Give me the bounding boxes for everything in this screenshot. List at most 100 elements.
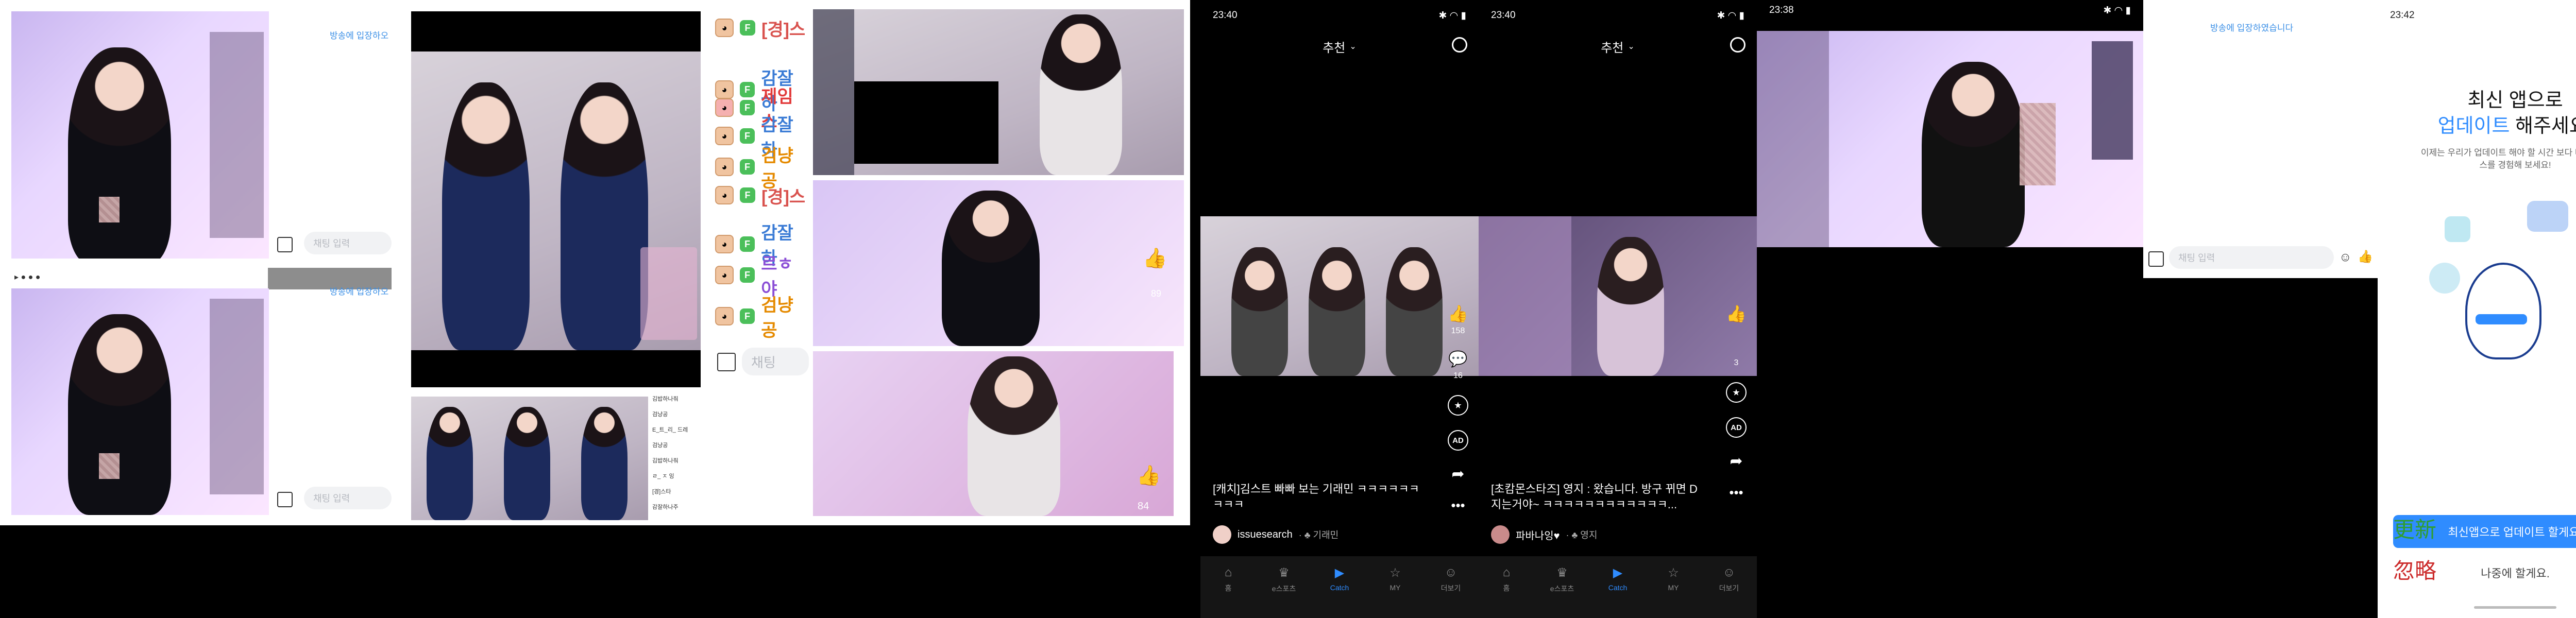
title-rest: 해주세요. [2515, 115, 2576, 137]
list-item: 감잘하나주 [652, 504, 679, 510]
streamer-figure [1922, 62, 2025, 247]
avatar[interactable] [1213, 525, 1231, 544]
avatar: ◕ [715, 19, 734, 37]
mascot-figure [2465, 263, 2541, 359]
comment-icon[interactable]: 💬 [1448, 350, 1467, 368]
search-icon[interactable] [1452, 37, 1467, 53]
more-icon[interactable]: ••• [1451, 497, 1465, 513]
dance-thumb-strip[interactable] [411, 397, 648, 520]
dance-video[interactable] [411, 52, 701, 350]
avatar[interactable] [1491, 525, 1510, 544]
fan-badge: F [739, 100, 755, 115]
feed-video[interactable] [1200, 216, 1479, 376]
letterbox-top [411, 11, 701, 53]
chat-row[interactable]: ◕ F 르ㅎ야 [715, 254, 809, 299]
chat-input[interactable]: 채팅 [742, 348, 809, 375]
star-icon[interactable]: ★ [1726, 382, 1747, 403]
update-title-line1: 최신 앱으로 [2467, 90, 2563, 111]
share-icon[interactable]: ➦ [1451, 465, 1464, 483]
tab-home[interactable]: ⌂ 홈 [1486, 565, 1527, 618]
tab-esports[interactable]: ♛ e스포츠 [1263, 565, 1304, 618]
author-name[interactable]: 파바나잉♥ [1516, 527, 1560, 542]
bottom-tab-bar: ⌂ 홈 ♛ e스포츠 ▶ Catch ☆ MY ☺ 더보기 [1479, 556, 1757, 618]
dancer-left [442, 82, 530, 350]
status-time: 23:38 [1769, 5, 1794, 15]
chat-overlay [210, 32, 264, 238]
fan-badge: F [739, 128, 755, 144]
emoji-icon[interactable]: ☺ [2339, 250, 2352, 265]
side-panel: 방송에 입장하였습니다 [2143, 0, 2378, 278]
chevron-down-icon[interactable]: ⌄ [1628, 41, 1634, 52]
ad-badge[interactable]: AD [1448, 430, 1468, 451]
tab-catch[interactable]: ▶ Catch [1319, 565, 1360, 618]
gift-icon[interactable] [277, 492, 293, 507]
gift-icon[interactable] [717, 353, 736, 371]
live-video[interactable] [1757, 31, 2143, 247]
fan-badge: F [739, 267, 755, 283]
status-time: 23:40 [1491, 10, 1516, 21]
thumbnail-card[interactable]: 👍 89 [813, 180, 1184, 346]
chat-row[interactable]: ◕ F 검냥공 [715, 296, 809, 340]
tab-catch[interactable]: ▶ Catch [1597, 565, 1638, 618]
share-icon[interactable]: ➦ [1730, 452, 1742, 470]
feed-selector[interactable]: 추천 [1601, 38, 1623, 56]
streamer-figure [942, 191, 1040, 346]
gift-icon[interactable] [277, 237, 293, 252]
tab-my[interactable]: ☆ MY [1653, 565, 1694, 618]
live-video-top[interactable] [11, 11, 269, 259]
status-bar: 23:38 ✱ ◠ ▮ [1757, 0, 2143, 21]
chat-row[interactable]: ◕ F [경]스 [715, 15, 805, 40]
star-icon[interactable]: ★ [1448, 395, 1468, 416]
author-tag: · ♣ 기래민 [1298, 530, 1339, 540]
streamer-figure [1597, 237, 1664, 376]
list-item: 검냥공 [652, 442, 668, 449]
chat-username: [경]스 [761, 20, 806, 40]
panel-live-stack: 방송에 입장하오 채팅 입력 방송에 입장하오 ▸ ● ● ● 채팅 입력 [0, 0, 407, 525]
panel-live-landscape: 23:38 ✱ ◠ ▮ 방송에 입장하였습니다 채팅 입력 ☺ 👍 [1757, 0, 2378, 618]
home-icon: ⌂ [1502, 565, 1511, 579]
author-name[interactable]: issuesearch [1238, 529, 1293, 541]
chat-input[interactable]: 채팅 입력 [2169, 246, 2334, 269]
list-item: 검냥공 [652, 411, 668, 418]
thumbnail-card[interactable] [813, 9, 1184, 175]
streamer-figure [68, 314, 171, 515]
chat-row[interactable]: ◕ F [경]스 [715, 183, 805, 208]
dancer-thumb [504, 407, 550, 520]
overlay-ignore-glyph: 忽略 [2393, 558, 2437, 583]
tab-more[interactable]: ☺ 더보기 [1708, 565, 1750, 618]
update-title: 최신 앱으로 업데이트 해주세요. [2378, 88, 2576, 139]
like-count: 158 [1451, 327, 1465, 335]
chat-input-bottom[interactable]: 채팅 입력 [304, 487, 392, 509]
more-icon[interactable]: ••• [1729, 485, 1743, 501]
enter-notice: 방송에 입장하였습니다 [2210, 23, 2294, 33]
feed-video[interactable] [1479, 216, 1757, 376]
chat-row[interactable]: ◕ F 검냥공 [715, 146, 809, 191]
thumbs-up-icon[interactable]: 👍 [2358, 249, 2373, 264]
status-time: 23:40 [1213, 10, 1238, 21]
thumbs-up-icon[interactable]: 👍 [1137, 465, 1161, 487]
chat-bar: 채팅 입력 ☺ 👍 [2143, 237, 2378, 278]
chevron-down-icon[interactable]: ⌄ [1349, 41, 1356, 52]
panel-update-dialog: 23:42 ✱ ◠ ▮ 최신 앱으로 업데이트 해주세요. 이제는 우리가 업데… [2378, 0, 2576, 618]
gift-icon[interactable] [2148, 251, 2164, 267]
feed-selector[interactable]: 추천 [1323, 38, 1345, 56]
search-icon[interactable] [1730, 37, 1745, 53]
thumbs-up-icon[interactable]: 👍 [1448, 304, 1468, 323]
status-icons: ✱ ◠ ▮ [2103, 5, 2131, 16]
avatar: ◕ [715, 235, 734, 253]
thumbs-up-icon[interactable]: 👍 [1726, 304, 1747, 323]
chat-input-top[interactable]: 채팅 입력 [304, 232, 392, 254]
tab-more[interactable]: ☺ 더보기 [1430, 565, 1471, 618]
like-count: 84 [1138, 501, 1149, 512]
fan-badge: F [739, 159, 755, 175]
tab-esports[interactable]: ♛ e스포츠 [1541, 565, 1583, 618]
ad-badge[interactable]: AD [1726, 417, 1747, 438]
video-caption: [초캄몬스타즈] 영지 : 왔습니다. 방구 뀌면 D지는거야~ ㅋㅋㅋㅋㅋㅋㅋ… [1491, 483, 1698, 511]
thumbs-up-icon[interactable]: 👍 [1143, 247, 1167, 270]
avatar: ◕ [715, 127, 734, 145]
thumbnail-card[interactable]: 👍 84 [813, 351, 1174, 516]
tab-my[interactable]: ☆ MY [1375, 565, 1416, 618]
tab-home[interactable]: ⌂ 홈 [1208, 565, 1249, 618]
live-video-bottom[interactable] [11, 288, 269, 515]
comment-count: 3 [1734, 358, 1739, 367]
